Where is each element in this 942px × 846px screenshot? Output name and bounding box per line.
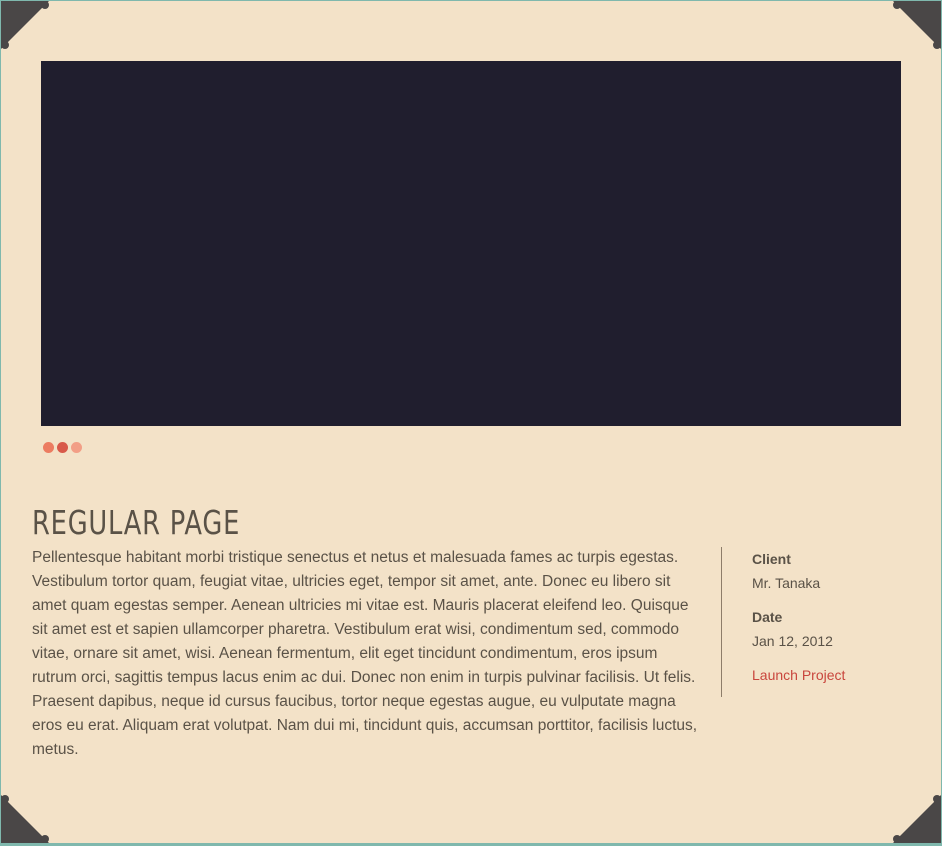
page-body-text: Pellentesque habitant morbi tristique se… bbox=[32, 549, 698, 758]
slider-dot[interactable] bbox=[43, 442, 54, 453]
corner-decoration-bottom-left bbox=[1, 795, 49, 843]
slider-dot[interactable] bbox=[71, 442, 82, 453]
page-title: REGULAR PAGE bbox=[32, 503, 241, 542]
vertical-divider bbox=[721, 547, 722, 697]
corner-decoration-top-right bbox=[893, 1, 941, 49]
date-label: Date bbox=[752, 609, 783, 625]
launch-project-link[interactable]: Launch Project bbox=[752, 665, 845, 685]
client-value: Mr. Tanaka bbox=[752, 575, 821, 591]
corner-decoration-top-left bbox=[1, 1, 49, 49]
client-label: Client bbox=[752, 551, 791, 567]
slider-dot[interactable] bbox=[57, 442, 68, 453]
slider-pagination bbox=[43, 442, 82, 453]
corner-decoration-bottom-right bbox=[893, 795, 941, 843]
image-slider[interactable] bbox=[41, 61, 901, 426]
page-frame: REGULAR PAGE Pellentesque habitant morbi… bbox=[1, 1, 941, 843]
date-value: Jan 12, 2012 bbox=[752, 633, 833, 649]
project-meta: Client Mr. Tanaka Date Jan 12, 2012 Laun… bbox=[752, 549, 845, 685]
